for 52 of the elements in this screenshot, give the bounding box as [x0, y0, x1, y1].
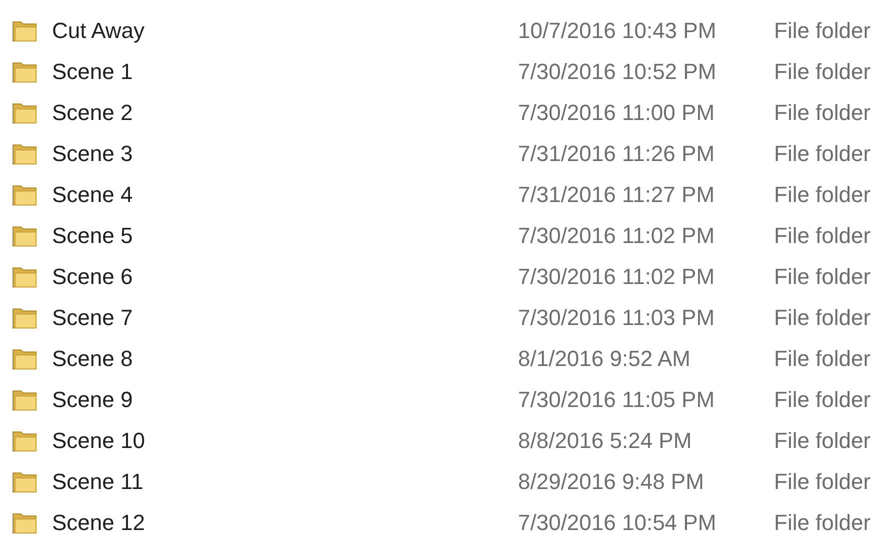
date-modified: 8/29/2016 9:48 PM [518, 468, 705, 494]
folder-icon [12, 470, 38, 494]
file-name[interactable]: Scene 5 [52, 222, 504, 248]
date-modified: 7/30/2016 11:02 PM [518, 222, 716, 248]
file-type: File folder [774, 18, 872, 44]
folder-icon [12, 100, 38, 124]
file-name[interactable]: Scene 6 [52, 264, 504, 290]
folder-icon [12, 142, 38, 166]
file-name[interactable]: Scene 8 [52, 346, 504, 372]
file-type: File folder [774, 428, 872, 454]
date-modified: 7/31/2016 11:27 PM [518, 182, 716, 208]
folder-icon [12, 510, 38, 534]
file-name[interactable]: Scene 4 [52, 182, 504, 208]
date-modified: 7/30/2016 10:52 PM [518, 58, 718, 84]
file-type: File folder [774, 100, 872, 126]
date-modified: 8/8/2016 5:24 PM [518, 428, 693, 454]
file-type: File folder [774, 346, 872, 372]
folder-icon [12, 182, 38, 206]
date-modified: 7/30/2016 10:54 PM [518, 510, 718, 536]
folder-icon [12, 346, 38, 370]
folder-icon [12, 60, 38, 84]
file-name[interactable]: Scene 10 [52, 428, 504, 454]
file-type: File folder [774, 510, 872, 536]
file-name[interactable]: Scene 2 [52, 100, 504, 126]
date-modified: 7/30/2016 11:02 PM [518, 264, 716, 290]
file-name[interactable]: Scene 9 [52, 386, 504, 412]
date-modified: 10/7/2016 10:43 PM [518, 18, 718, 44]
date-modified: 7/30/2016 11:03 PM [518, 304, 716, 330]
folder-icon [12, 224, 38, 248]
date-modified: 8/1/2016 9:52 AM [518, 346, 692, 372]
folder-icon [12, 264, 38, 288]
folder-icon [12, 18, 38, 42]
file-name[interactable]: Cut Away [52, 18, 504, 44]
file-name[interactable]: Scene 7 [52, 304, 504, 330]
folder-icon [12, 388, 38, 412]
file-type: File folder [774, 468, 872, 494]
file-name[interactable]: Scene 1 [52, 58, 504, 84]
file-type: File folder [774, 58, 872, 84]
file-name[interactable]: Scene 3 [52, 140, 504, 166]
folder-icon [12, 306, 38, 330]
file-name[interactable]: Scene 11 [52, 468, 504, 494]
file-type: File folder [774, 386, 872, 412]
file-name[interactable]: Scene 12 [52, 510, 504, 536]
file-type: File folder [774, 140, 872, 166]
folder-icon [12, 428, 38, 452]
file-type: File folder [774, 264, 872, 290]
date-modified: 7/30/2016 11:00 PM [518, 100, 716, 126]
file-type: File folder [774, 222, 872, 248]
file-type: File folder [774, 182, 872, 208]
file-type: File folder [774, 304, 872, 330]
date-modified: 7/30/2016 11:05 PM [518, 386, 716, 412]
date-modified: 7/31/2016 11:26 PM [518, 140, 716, 166]
